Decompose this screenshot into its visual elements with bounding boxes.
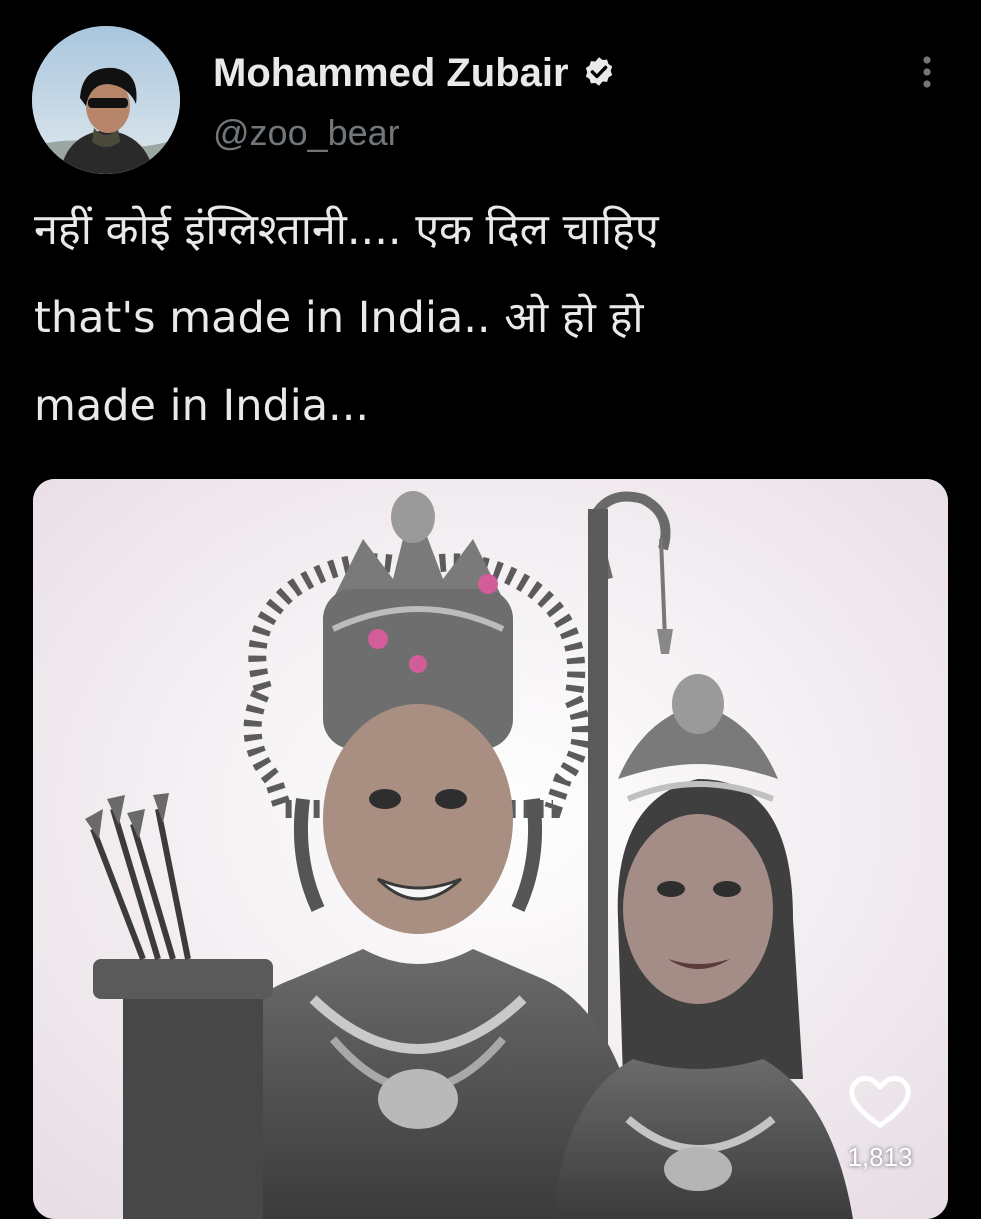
verified-badge-icon [585,57,612,86]
media-illustration [33,479,948,1219]
tweet-text: नहीं कोई इंग्लिश्तानी.... एक दिल चाहिए t… [34,186,964,450]
tweet-line-2: that's made in India.. ओ हो हो [34,293,644,343]
avatar[interactable] [32,26,180,174]
tweet-line-1: नहीं कोई इंग्लिश्तानी.... एक दिल चाहिए [34,205,659,255]
author-name-text[interactable]: Mohammed Zubair [213,50,569,96]
tweet-line-3: made in India... [34,381,370,431]
like-count: 1,813 [847,1142,913,1172]
like-overlay[interactable]: 1,813 [840,1068,920,1188]
more-options-button[interactable] [912,52,942,92]
tweet-media-image[interactable] [33,479,948,1219]
author-handle[interactable]: @zoo_bear [213,112,400,154]
author-display-name[interactable]: Mohammed Zubair [213,50,617,96]
heart-icon[interactable] [847,1068,913,1130]
more-vertical-icon [923,56,931,88]
